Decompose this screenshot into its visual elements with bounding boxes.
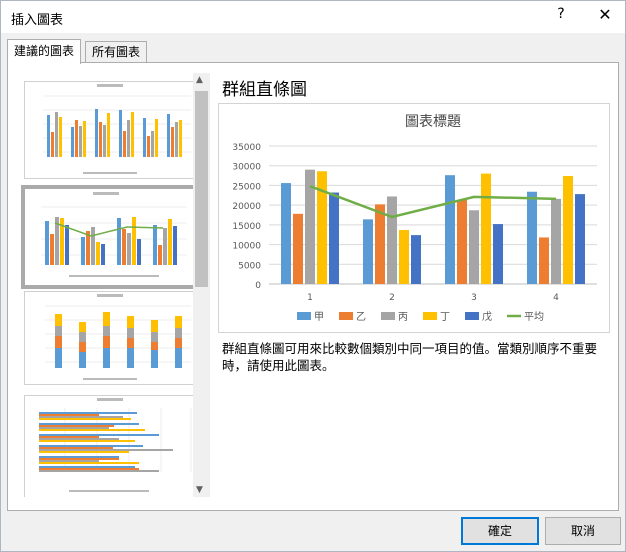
chart-type-heading: 群組直條圖 [222,80,307,100]
thumbnail-chart-3 [45,294,191,380]
y-tick-label: 20000 [232,202,261,212]
thumbnail-chart-4 [39,398,192,492]
scroll-down-arrow-icon[interactable]: ▼ [196,485,203,495]
tab-panel: ▲ ▼ 群組直條圖 圖表標題 0 5000 10000 15000 20000 25000 3… [7,62,619,511]
legend-label: 丁 [440,312,450,323]
legend-label: 甲 [314,312,324,323]
thumbnail-chart-2 [41,192,187,277]
bar-戊 [411,235,421,284]
chart-title: 圖表標題 [405,114,461,130]
scroll-up-arrow-icon[interactable]: ▲ [196,75,203,85]
legend-marker [465,312,479,320]
legend-marker [339,312,353,320]
legend-label: 戊 [482,311,492,323]
bar-乙 [457,200,467,284]
x-tick-label: 1 [307,293,313,303]
chart-thumbnail-list[interactable] [16,73,213,497]
scrollbar-thumb[interactable] [195,91,208,287]
x-tick-label: 2 [389,293,395,303]
legend-marker [423,312,437,320]
bar-乙 [539,237,549,284]
x-tick-label: 3 [471,293,477,303]
legend-label: 平均 [524,311,544,323]
bar-丁 [399,229,409,284]
close-button[interactable]: ✕ [595,5,615,24]
legend-label: 丙 [398,312,408,323]
y-tick-label: 35000 [232,143,261,153]
thumbnail-clustered-bar[interactable] [24,395,196,497]
tab-recommended-charts[interactable]: 建議的圖表 [7,39,82,64]
bar-乙 [375,204,385,284]
tab-all-charts[interactable]: 所有圖表 [85,41,148,63]
bar-丙 [469,210,479,284]
bar-戊 [575,194,585,284]
help-button[interactable]: ? [551,6,571,22]
insert-chart-dialog: 插入圖表 ? ✕ 建議的圖表 所有圖表 ▲ ▼ 群組直條圖 圖表標題 0 500… [0,0,626,552]
bar-甲 [281,183,291,284]
y-tick-label: 30000 [232,163,261,173]
dialog-title: 插入圖表 [11,13,64,28]
legend-marker [297,312,311,320]
preview-chart: 圖表標題 0 5000 10000 15000 20000 25000 30000 35000 1… [232,114,597,323]
thumbnail-clustered-column[interactable] [24,81,196,179]
legend-marker [381,312,395,320]
bar-丙 [387,196,397,284]
chart-preview: 圖表標題 0 5000 10000 15000 20000 25000 30000 35000 1… [218,103,610,333]
thumbnail-scrollbar[interactable]: ▲ ▼ [193,73,210,497]
y-tick-label: 25000 [232,182,261,192]
y-tick-label: 15000 [232,222,261,232]
cancel-button[interactable]: 取消 [545,517,621,545]
thumbnail-chart-1 [43,84,191,174]
y-tick-label: 10000 [232,242,261,252]
bar-乙 [293,213,303,284]
legend-label: 乙 [356,311,366,323]
chart-description: 群組直條圖可用來比較數個類別中同一項目的值。當類別順序不重要時，請使用此圖表。 [222,341,598,373]
bar-戊 [493,224,503,284]
bar-丙 [551,198,561,284]
ok-button[interactable]: 確定 [461,517,539,545]
thumbnail-stacked-column[interactable] [24,291,196,385]
x-tick-label: 4 [553,293,559,303]
bar-丁 [481,173,491,284]
thumbnail-column-line-selected[interactable] [21,185,199,289]
y-tick-label: 5000 [238,261,261,271]
y-tick-label: 0 [255,281,261,291]
bar-丁 [563,175,573,284]
average-line [309,185,557,219]
bar-戊 [329,192,339,284]
title-bar: 插入圖表 ? ✕ [1,1,625,33]
bar-甲 [527,191,537,284]
bar-甲 [363,219,373,284]
bar-甲 [445,175,455,284]
